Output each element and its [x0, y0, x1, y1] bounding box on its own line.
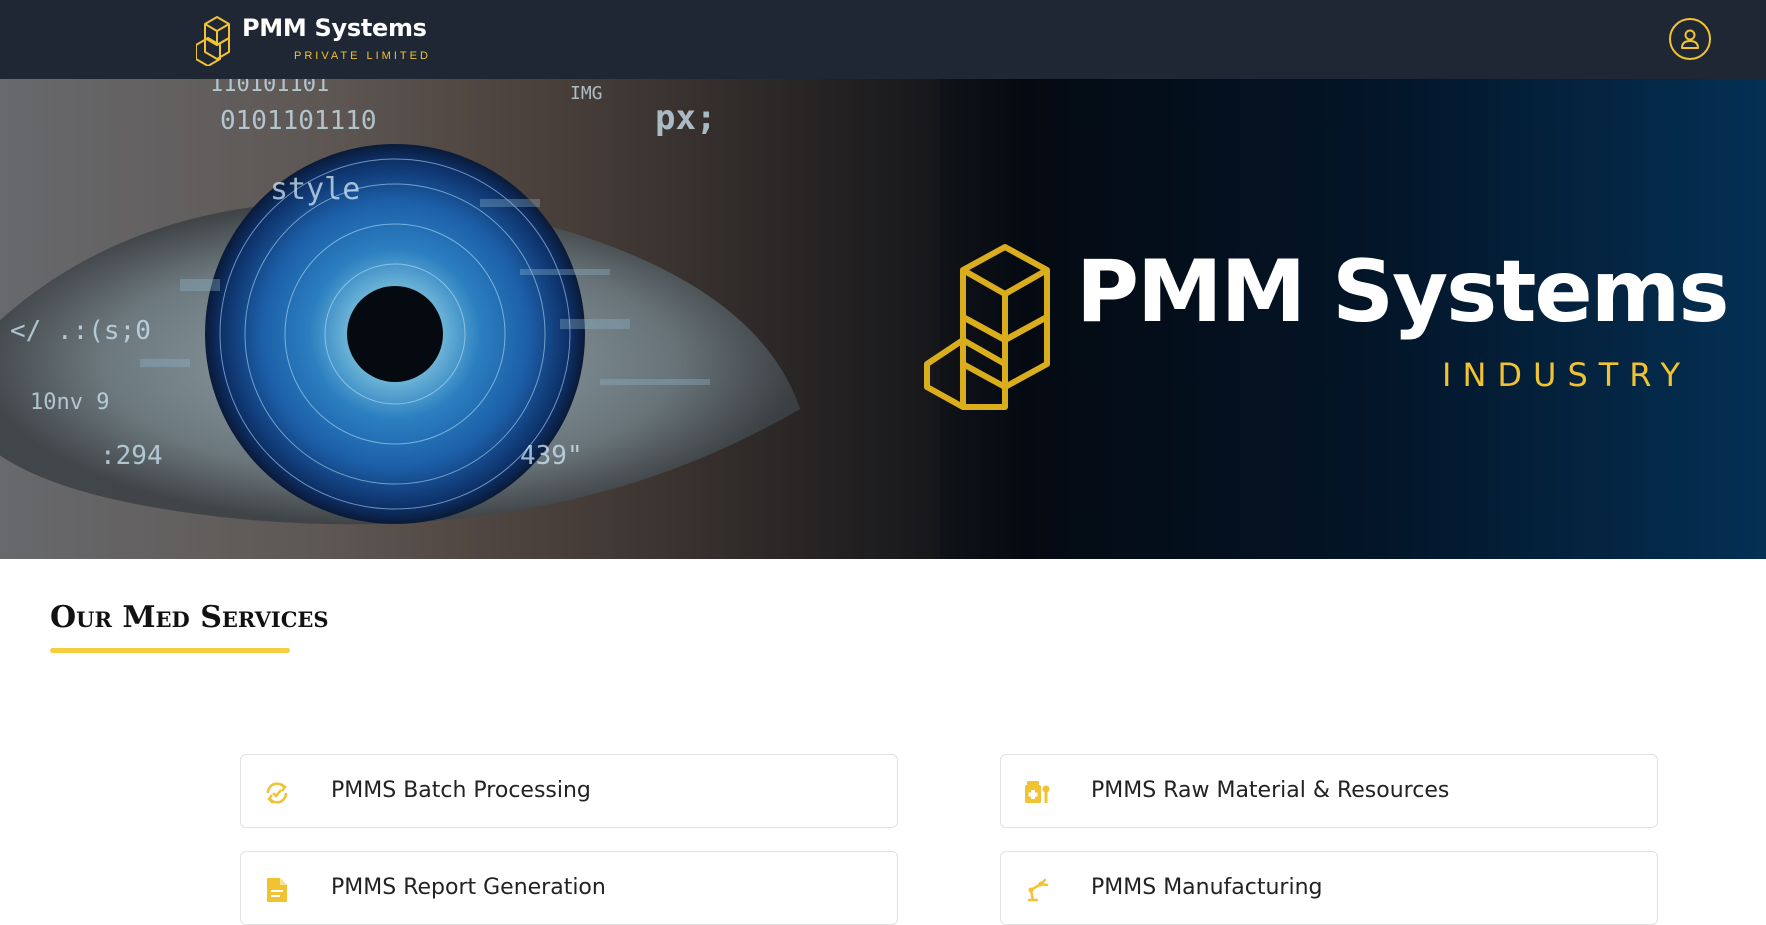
svg-text:</ .:(s;0: </ .:(s;0 — [10, 316, 151, 346]
user-icon — [1681, 29, 1699, 49]
service-label: PMMS Raw Material & Resources — [1091, 778, 1450, 803]
service-card-report-generation[interactable]: PMMS Report Generation — [240, 851, 898, 925]
hero-banner: 110101101 0101101110 IMG px; </ .:(s;0 1… — [0, 79, 1766, 559]
digital-eye-image: 110101101 0101101110 IMG px; </ .:(s;0 1… — [0, 79, 940, 559]
brand-subtitle: PRIVATE LIMITED — [294, 50, 431, 62]
cube-logo-large-icon — [924, 244, 1050, 410]
hero-title: PMM Systems — [1076, 242, 1730, 342]
svg-text:style: style — [270, 172, 360, 207]
user-account-button[interactable] — [1669, 18, 1711, 60]
title-underline — [50, 648, 290, 653]
service-label: PMMS Batch Processing — [331, 778, 591, 803]
document-report-icon — [267, 878, 287, 902]
service-label: PMMS Report Generation — [331, 875, 606, 900]
service-card-raw-material[interactable]: PMMS Raw Material & Resources — [1000, 754, 1658, 828]
svg-text:IMG: IMG — [570, 83, 603, 104]
svg-text:10nv 9: 10nv 9 — [30, 390, 109, 415]
svg-text:439": 439" — [520, 441, 583, 471]
top-navbar: PMM Systems PRIVATE LIMITED — [0, 0, 1766, 79]
svg-text::294: :294 — [100, 441, 163, 471]
service-label: PMMS Manufacturing — [1091, 875, 1323, 900]
svg-text:0101101110: 0101101110 — [220, 106, 377, 136]
svg-text:110101101: 110101101 — [210, 79, 329, 97]
service-card-batch-processing[interactable]: PMMS Batch Processing — [240, 754, 898, 828]
hero-subtitle: INDUSTRY — [1442, 356, 1692, 394]
brand-logo-link[interactable]: PMM Systems PRIVATE LIMITED — [196, 12, 436, 68]
refresh-check-icon — [266, 782, 288, 804]
cube-logo-icon — [196, 16, 230, 66]
medicine-box-icon — [1025, 781, 1050, 803]
svg-text:px;: px; — [655, 98, 716, 138]
robot-arm-icon — [1027, 878, 1049, 902]
service-card-manufacturing[interactable]: PMMS Manufacturing — [1000, 851, 1658, 925]
brand-name: PMM Systems — [242, 14, 427, 42]
section-title: Our Med Services — [50, 600, 329, 635]
